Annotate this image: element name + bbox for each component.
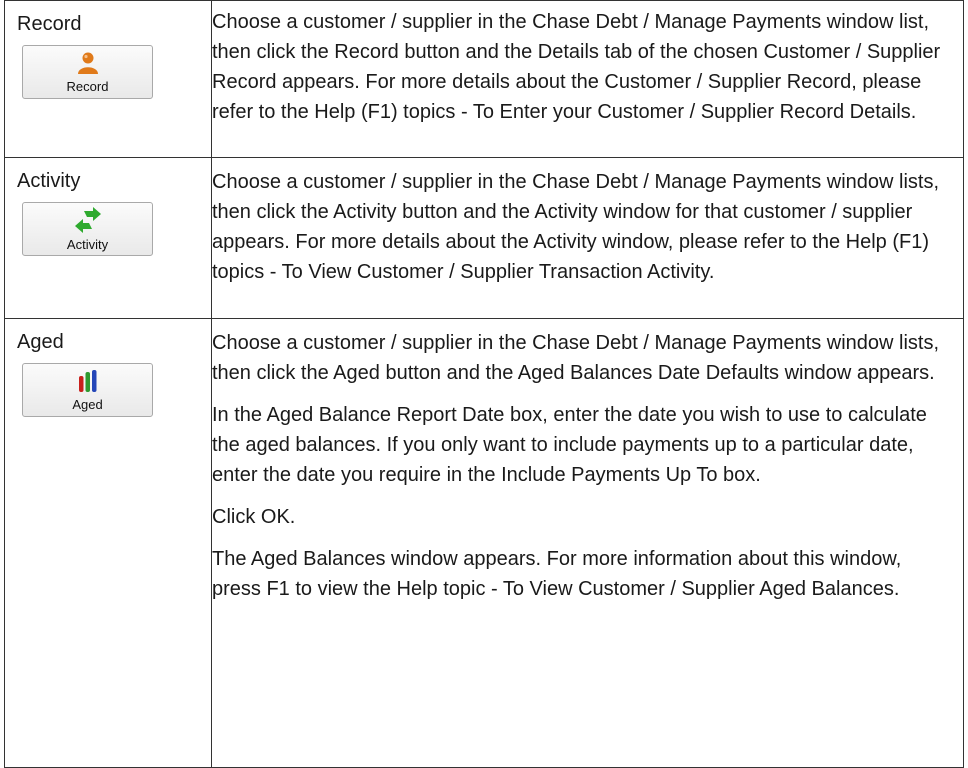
description-text: Choose a customer / supplier in the Chas… — [212, 171, 940, 283]
table-row: Activity Activity Choose a customer / su… — [4, 157, 964, 319]
command-name: Activity — [17, 170, 81, 192]
record-button[interactable]: Record — [22, 45, 153, 99]
command-cell: Aged Aged — [4, 318, 212, 768]
aged-button-label: Aged — [72, 397, 103, 412]
description-cell: Choose a customer / supplier in the Chas… — [211, 0, 964, 158]
description-text: Choose a customer / supplier in the Chas… — [212, 332, 940, 384]
swap-arrows-icon — [74, 207, 101, 233]
activity-button-label: Activity — [66, 237, 109, 252]
record-button-label: Record — [66, 79, 109, 94]
description-text: The Aged Balances window appears. For mo… — [212, 548, 902, 600]
description-cell: Choose a customer / supplier in the Chas… — [211, 157, 964, 319]
command-cell: Activity Activity — [4, 157, 212, 319]
aged-button[interactable]: Aged — [22, 363, 153, 417]
person-icon — [77, 52, 98, 74]
command-name: Record — [17, 13, 82, 35]
description-text: Click OK. — [212, 506, 296, 528]
activity-button[interactable]: Activity — [22, 202, 153, 256]
command-cell: Record Record — [4, 0, 212, 158]
command-name: Aged — [17, 331, 64, 353]
bar-chart-icon — [78, 370, 96, 392]
description-text: In the Aged Balance Report Date box, ent… — [212, 404, 927, 486]
command-reference-table: Record Record Choose a customer / suppli… — [4, 0, 964, 768]
table-row: Record Record Choose a customer / suppli… — [4, 0, 964, 158]
description-cell: Choose a customer / supplier in the Chas… — [211, 318, 964, 768]
description-text: Choose a customer / supplier in the Chas… — [212, 11, 941, 123]
table-row: Aged Aged Choose a customer / supplier i… — [4, 318, 964, 768]
